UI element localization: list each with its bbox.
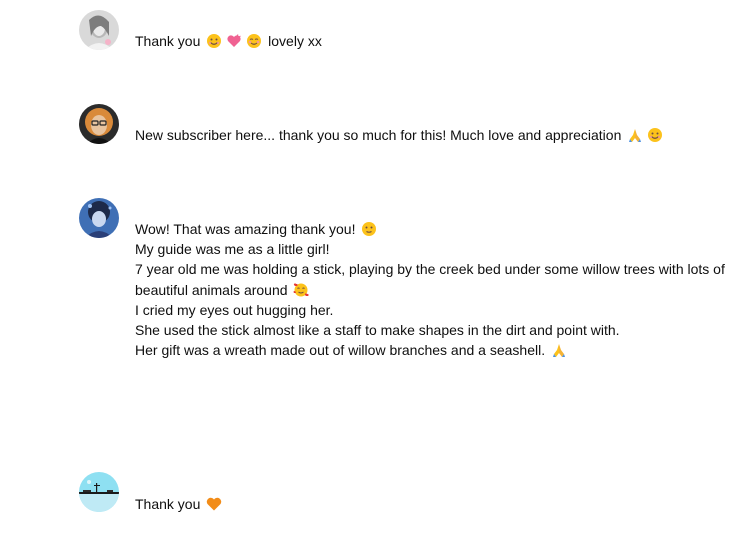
- smile-emoji-icon: [647, 127, 663, 143]
- comment-text-line: She used the stick almost like a staff t…: [135, 322, 620, 339]
- comment-text-line: Thank you: [135, 494, 735, 514]
- comment-text-line: 7 year old me was holding a stick, playi…: [135, 261, 725, 278]
- pink-heart-emoji-icon: [226, 33, 242, 49]
- user-avatar-icon[interactable]: [79, 10, 119, 50]
- comment-text-line: Her gift was a wreath made out of willow…: [135, 340, 735, 360]
- orange-heart-emoji-icon: [206, 496, 222, 512]
- user-avatar-icon[interactable]: [79, 198, 119, 238]
- blush-emoji-icon: [246, 33, 262, 49]
- comment-text-line: Wow! That was amazing thank you!: [135, 219, 735, 239]
- comment-text-line: Thank you lovely xx: [135, 33, 322, 49]
- user-avatar-icon[interactable]: [79, 104, 119, 144]
- praying-hands-emoji-icon: [627, 127, 643, 143]
- slight-smile-emoji-icon: [361, 221, 377, 237]
- smile-emoji-icon: [206, 33, 222, 49]
- comment-text-line: New subscriber here... thank you so much…: [135, 125, 735, 145]
- comment-text-line: I cried my eyes out hugging her.: [135, 301, 334, 318]
- user-avatar-icon[interactable]: [79, 472, 119, 512]
- praying-hands-emoji-icon: [551, 342, 567, 358]
- comment-text-line: My guide was me as a little girl!: [135, 241, 330, 258]
- comment-text-line: beautiful animals around: [135, 280, 735, 300]
- hearts-face-emoji-icon: [293, 282, 310, 298]
